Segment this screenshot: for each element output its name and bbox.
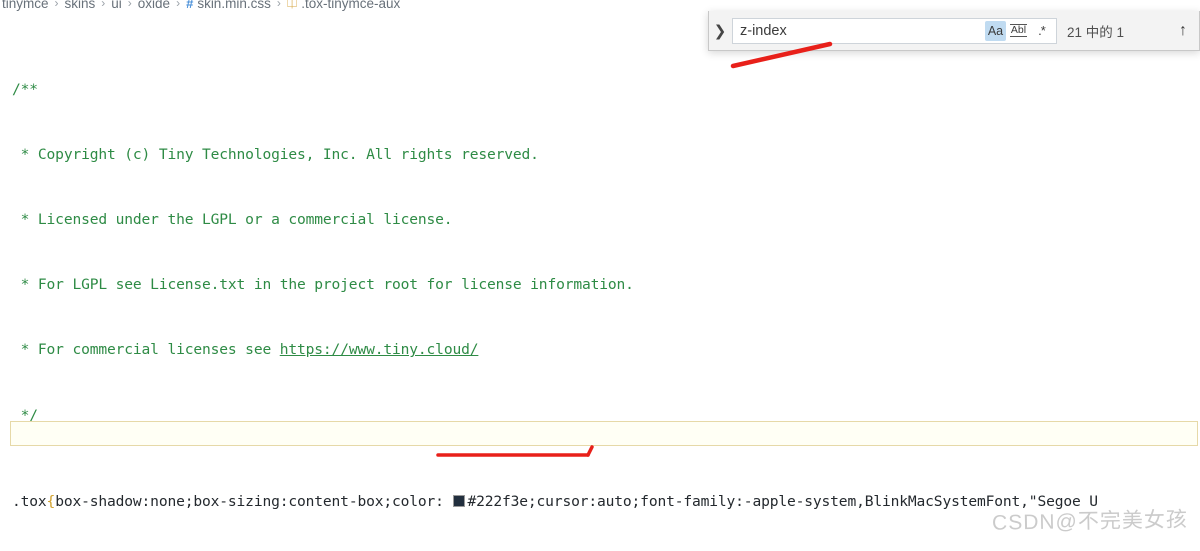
code-line: */ <box>12 406 38 424</box>
find-widget[interactable]: ❯ z-index Aa Abl .* 21 中的 1 ↑ <box>708 11 1200 51</box>
match-count-label: 21 中的 1 <box>1067 24 1125 40</box>
code-line: * For LGPL see License.txt in the projec… <box>12 276 634 294</box>
search-input[interactable]: z-index <box>733 23 985 39</box>
code-line: /** <box>12 81 38 99</box>
previous-match-icon[interactable]: ↑ <box>1171 19 1195 43</box>
match-whole-word-icon[interactable]: Abl <box>1008 21 1029 41</box>
breadcrumb-item-tinymce[interactable]: tinymce <box>2 0 49 11</box>
breadcrumb-separator-icon: › <box>276 0 281 10</box>
breadcrumb-item-skins[interactable]: skins <box>65 0 96 11</box>
breadcrumb-item-skin-min-css[interactable]: skin.min.css <box>197 0 271 11</box>
vscode-editor-window: tinymce › skins › ui › oxide › # skin.mi… <box>0 0 1200 551</box>
toggle-replace-chevron-icon[interactable]: ❯ <box>709 22 731 40</box>
color-swatch <box>453 495 466 508</box>
code-line: * Licensed under the LGPL or a commercia… <box>12 211 453 229</box>
find-input-container[interactable]: z-index Aa Abl .* <box>732 17 1057 44</box>
use-regex-icon[interactable]: .* <box>1031 21 1052 41</box>
tiny-cloud-link[interactable]: https://www.tiny.cloud/ <box>280 341 479 358</box>
code-line: * Copyright (c) Tiny Technologies, Inc. … <box>12 146 539 164</box>
breadcrumb-separator-icon: › <box>54 0 59 10</box>
breadcrumb-item-tox-tinymce-aux[interactable]: .tox-tinymce-aux <box>301 0 400 11</box>
breadcrumb[interactable]: tinymce › skins › ui › oxide › # skin.mi… <box>0 0 400 14</box>
breadcrumb-item-ui[interactable]: ui <box>111 0 122 11</box>
code-line: * For commercial licenses see https://ww… <box>12 341 479 359</box>
css-file-icon: # <box>186 0 194 11</box>
breadcrumb-item-oxide[interactable]: oxide <box>138 0 170 11</box>
code-editor-content[interactable]: /** * Copyright (c) Tiny Technologies, I… <box>0 14 1200 551</box>
breadcrumb-separator-icon: › <box>101 0 106 10</box>
match-case-icon[interactable]: Aa <box>985 20 1006 41</box>
breadcrumb-separator-icon: › <box>127 0 132 10</box>
breadcrumb-separator-icon: › <box>176 0 181 10</box>
find-navigation: ↑ <box>1171 19 1199 43</box>
watermark: CSDN@不完美女孩 <box>992 508 1189 535</box>
css-symbol-icon: ⎅ <box>286 0 298 10</box>
find-options: Aa Abl .* <box>985 20 1056 41</box>
